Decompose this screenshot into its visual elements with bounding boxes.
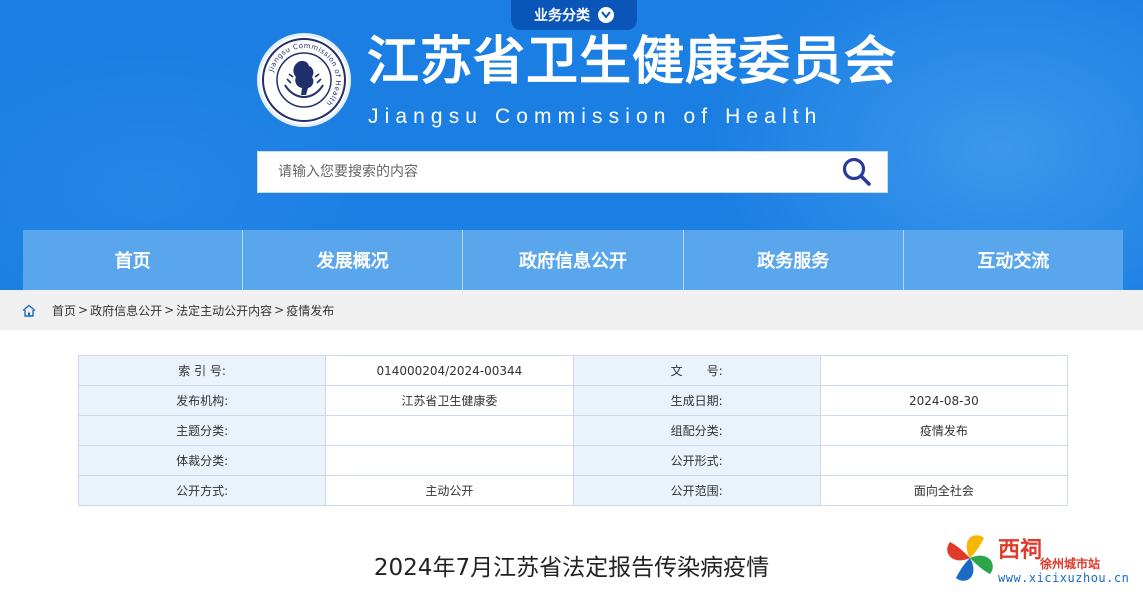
watermark-sub: 徐州城市站 <box>1040 557 1101 571</box>
table-row: 公开方式: 主动公开 公开范围: 面向全社会 <box>77 475 1069 506</box>
watermark-url: www.xicixuzhou.cn <box>998 571 1130 585</box>
watermark: 西祠 徐州城市站 www.xicixuzhou.cn <box>940 528 1140 590</box>
meta-key: 公开范围: <box>572 475 821 506</box>
business-category-tab[interactable]: 业务分类 <box>511 0 637 30</box>
meta-value <box>819 355 1069 386</box>
table-row: 索 引 号: 014000204/2024-00344 文 号: <box>77 355 1069 386</box>
meta-value <box>819 445 1069 476</box>
meta-value: 2024-08-30 <box>819 385 1069 416</box>
watermark-name: 西祠 <box>998 538 1043 563</box>
meta-key: 发布机构: <box>77 385 327 416</box>
breadcrumb-separator: > <box>274 303 285 317</box>
meta-key: 生成日期: <box>572 385 821 416</box>
site-header: 业务分类 Jiangsu Commission of Health 江苏省卫生健… <box>0 0 1143 290</box>
meta-value: 疫情发布 <box>819 415 1069 446</box>
emblem-icon: Jiangsu Commission of Health <box>262 38 346 122</box>
site-title-cn: 江苏省卫生健康委员会 <box>367 32 898 92</box>
meta-key: 组配分类: <box>572 415 821 446</box>
breadcrumb: 首页 > 政府信息公开 > 法定主动公开内容 > 疫情发布 <box>0 290 1143 330</box>
meta-key: 体裁分类: <box>77 445 327 476</box>
meta-key: 公开方式: <box>77 475 327 506</box>
breadcrumb-epidemic[interactable]: 疫情发布 <box>286 302 334 319</box>
home-icon[interactable] <box>22 304 36 317</box>
site-title-en: Jiangsu Commission of Health <box>368 105 823 128</box>
document-meta-table: 索 引 号: 014000204/2024-00344 文 号: 发布机构: 江… <box>77 355 1069 506</box>
nav-item-interaction[interactable]: 互动交流 <box>904 230 1123 290</box>
breadcrumb-separator: > <box>78 303 89 317</box>
table-row: 发布机构: 江苏省卫生健康委 生成日期: 2024-08-30 <box>77 385 1069 416</box>
table-row: 主题分类: 组配分类: 疫情发布 <box>77 415 1069 446</box>
meta-value: 014000204/2024-00344 <box>325 355 574 386</box>
search-icon <box>842 157 871 186</box>
breadcrumb-statutory[interactable]: 法定主动公开内容 <box>176 302 272 319</box>
search-bar <box>257 151 888 193</box>
table-row: 体裁分类: 公开形式: <box>77 445 1069 476</box>
meta-value: 江苏省卫生健康委 <box>325 385 574 416</box>
chevron-down-icon <box>598 7 614 23</box>
meta-key: 索 引 号: <box>77 355 327 386</box>
meta-value: 面向全社会 <box>819 475 1069 506</box>
meta-value <box>325 415 574 446</box>
breadcrumb-gov-info[interactable]: 政府信息公开 <box>90 302 162 319</box>
nav-item-gov-info[interactable]: 政府信息公开 <box>463 230 684 290</box>
commission-emblem-logo[interactable]: Jiangsu Commission of Health <box>257 33 351 127</box>
search-input[interactable] <box>258 152 827 192</box>
nav-item-home[interactable]: 首页 <box>23 230 244 290</box>
meta-value: 主动公开 <box>325 475 574 506</box>
breadcrumb-separator: > <box>164 303 175 317</box>
breadcrumb-home[interactable]: 首页 <box>52 302 76 319</box>
meta-value <box>325 445 574 476</box>
pinwheel-logo-icon <box>947 535 993 581</box>
meta-key: 文 号: <box>572 355 821 386</box>
meta-key: 主题分类: <box>77 415 327 446</box>
meta-key: 公开形式: <box>572 445 821 476</box>
nav-item-development[interactable]: 发展概况 <box>243 230 464 290</box>
main-nav: 首页 发展概况 政府信息公开 政务服务 互动交流 <box>23 230 1123 290</box>
nav-item-gov-service[interactable]: 政务服务 <box>684 230 904 290</box>
business-category-label: 业务分类 <box>534 7 590 23</box>
search-button[interactable] <box>827 152 887 192</box>
